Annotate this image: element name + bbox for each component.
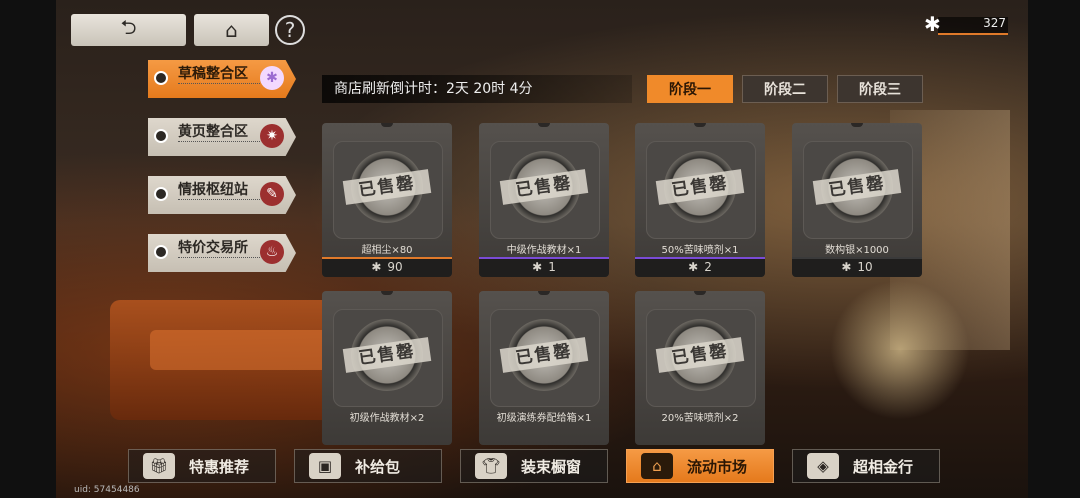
home-button[interactable]: ⌂ (194, 14, 269, 46)
item-name: 20%苦味喷剂×2 (661, 413, 739, 424)
rarity-bar (322, 257, 452, 259)
label-underline (178, 83, 260, 87)
rarity-bar (479, 257, 609, 259)
shop-item-card[interactable]: 已售罄 初级作战教材×2 (322, 291, 452, 445)
help-button[interactable]: ? (275, 15, 305, 45)
sidebar-item-intel-hub[interactable]: 情报枢纽站 ✎ (148, 176, 296, 214)
price-value: 10 (857, 260, 873, 274)
nav-supply-pack[interactable]: ▣ 补给包 (294, 449, 442, 483)
radio-dot (154, 187, 168, 201)
item-name: 50%苦味喷剂×1 (661, 245, 739, 256)
item-name: 中级作战教材×1 (506, 245, 582, 256)
label-underline (178, 141, 260, 145)
star-icon: ✷ (260, 124, 284, 148)
price-value: 90 (387, 260, 403, 274)
tab-stage-2[interactable]: 阶段二 (742, 75, 828, 103)
card-hook (694, 291, 706, 295)
item-price: ✱ 10 (792, 257, 922, 277)
tab-stage-1[interactable]: 阶段一 (647, 75, 733, 103)
card-hook (694, 123, 706, 127)
sidebar-item-label: 特价交易所 (178, 240, 248, 256)
store-icon: ⌂ (641, 453, 673, 479)
sidebar-item-label: 情报枢纽站 (178, 182, 248, 198)
item-name: 初级作战教材×2 (349, 413, 425, 424)
rarity-bar (792, 257, 922, 259)
right-letterbox (1028, 0, 1080, 498)
item-name: 超相尘×80 (361, 245, 413, 256)
radio-dot (154, 245, 168, 259)
back-arrow-icon: ⮌ (120, 15, 137, 39)
shop-item-card[interactable]: 已售罄 50%苦味喷剂×1 ✱ 2 (635, 123, 765, 277)
card-hook (538, 291, 550, 295)
item-price: ✱ 90 (322, 257, 452, 277)
currency-display: ✱ 327 (924, 12, 1008, 36)
radio-dot (154, 71, 168, 85)
nav-label: 超相金行 (853, 457, 914, 476)
tab-stage-3[interactable]: 阶段三 (837, 75, 923, 103)
shop-item-card[interactable]: 已售罄 超相尘×80 ✱ 90 (322, 123, 452, 277)
left-letterbox (0, 0, 56, 498)
sidebar-item-yellow-pages[interactable]: 黄页整合区 ✷ (148, 118, 296, 156)
rarity-bar (635, 257, 765, 259)
shop-item-card[interactable]: 已售罄 20%苦味喷剂×2 (635, 291, 765, 445)
bag-icon: ▣ (309, 453, 341, 479)
snowflake-icon: ✱ (924, 12, 941, 36)
sidebar-item-label: 黄页整合区 (178, 124, 248, 140)
currency-amount: 327 (983, 16, 1006, 30)
snowflake-icon: ✱ (532, 260, 543, 274)
card-hook (538, 123, 550, 127)
shop-item-card[interactable]: 已售罄 初级演练券配给箱×1 (479, 291, 609, 445)
shirt-icon: 👕︎ (475, 453, 507, 479)
pot-icon: ♨ (260, 240, 284, 264)
back-button[interactable]: ⮌ (71, 14, 186, 46)
background-sofa-cushion (150, 330, 350, 370)
shop-item-card[interactable]: 已售罄 中级作战教材×1 ✱ 1 (479, 123, 609, 277)
item-name: 初级演练券配给箱×1 (496, 413, 592, 424)
home-icon: ⌂ (225, 18, 238, 42)
item-price: ✱ 1 (479, 257, 609, 277)
nav-label: 装束橱窗 (521, 457, 582, 476)
item-price: ✱ 2 (635, 257, 765, 277)
help-icon: ? (284, 18, 296, 42)
shop-item-card[interactable]: 已售罄 数构银×1000 ✱ 10 (792, 123, 922, 277)
nav-ultra-bank[interactable]: ◈ 超相金行 (792, 449, 940, 483)
radio-dot (154, 129, 168, 143)
nav-mobile-market[interactable]: ⌂ 流动市场 (626, 449, 774, 483)
cube-icon: ◈ (807, 453, 839, 479)
card-hook (851, 123, 863, 127)
sidebar-item-special-exchange[interactable]: 特价交易所 ♨ (148, 234, 296, 272)
price-value: 1 (548, 260, 556, 274)
background-light (830, 280, 970, 420)
nav-label: 特惠推荐 (189, 457, 250, 476)
card-hook (381, 291, 393, 295)
label-underline (178, 199, 260, 203)
item-name: 数构银×1000 (825, 245, 889, 256)
shop-screen: ⮌ ⌂ ? ✱ 327 草稿整合区 ✱ 黄页整合区 ✷ 情报枢纽站 ✎ 特价交易… (0, 0, 1080, 498)
sidebar-item-draft-zone[interactable]: 草稿整合区 ✱ (148, 60, 296, 98)
snowflake-icon: ✱ (688, 260, 699, 274)
snowflake-icon: ✱ (841, 260, 852, 274)
nav-label: 补给包 (355, 457, 401, 476)
nav-featured-deals[interactable]: 🎁︎ 特惠推荐 (128, 449, 276, 483)
refresh-countdown: 商店刷新倒计时：2天 20时 4分 (322, 75, 632, 103)
gift-icon: 🎁︎ (143, 453, 175, 479)
snowflake-icon: ✱ (371, 260, 382, 274)
nav-outfit-showcase[interactable]: 👕︎ 装束橱窗 (460, 449, 608, 483)
nav-label: 流动市场 (687, 457, 748, 476)
sidebar-item-label: 草稿整合区 (178, 66, 248, 82)
label-underline (178, 257, 260, 261)
snowflake-icon: ✱ (260, 66, 284, 90)
price-value: 2 (704, 260, 712, 274)
card-hook (381, 123, 393, 127)
user-id: uid: 57454486 (74, 485, 140, 495)
note-icon: ✎ (260, 182, 284, 206)
